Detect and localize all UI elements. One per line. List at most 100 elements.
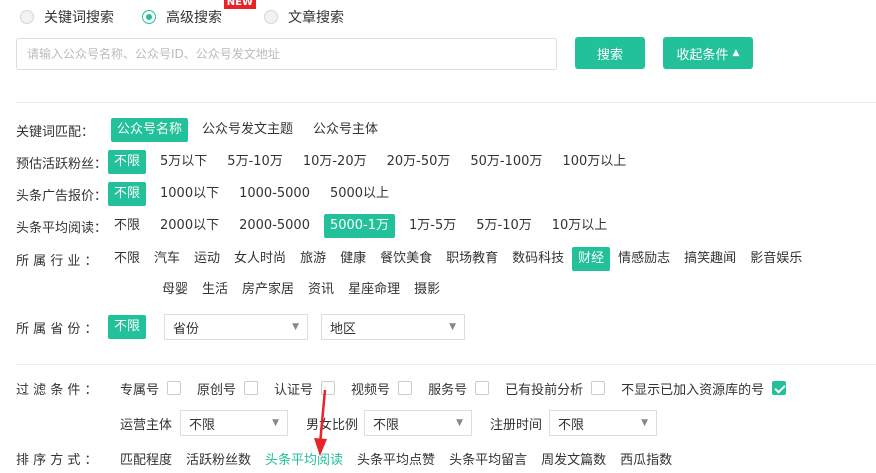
reg-time-select[interactable]: 不限 ▼ xyxy=(549,410,657,436)
reg-time-select-value: 不限 xyxy=(558,417,585,433)
fans-option[interactable]: 100万以上 xyxy=(556,150,632,174)
industry-option[interactable]: 职场教育 xyxy=(440,247,504,271)
sort-label: 排 序 方 式 ： xyxy=(16,452,98,468)
industry-option[interactable]: 旅游 xyxy=(294,247,332,271)
fans-option[interactable]: 不限 xyxy=(108,150,147,174)
industry-option[interactable]: 财经 xyxy=(572,247,611,271)
industry-option[interactable]: 母婴 xyxy=(156,278,194,302)
sort-option[interactable]: 周发文篇数 xyxy=(541,449,606,468)
keyword-match-label: 关键词匹配： xyxy=(16,124,95,140)
filter-conditions-row: 过 滤 条 件 ： 专属号 原创号 认证号 视频号 服务号 已有投前分析 不显示… xyxy=(16,376,787,400)
filter-checkbox[interactable] xyxy=(475,381,490,395)
search-button-label: 搜索 xyxy=(596,47,623,63)
avg-read-option[interactable]: 不限 xyxy=(108,214,146,238)
industry-option[interactable]: 生活 xyxy=(196,278,234,302)
filter-checkbox[interactable] xyxy=(591,381,606,395)
industry-option[interactable]: 健康 xyxy=(334,247,372,271)
industry-option[interactable]: 不限 xyxy=(108,247,146,271)
filter-check-label: 原创号 xyxy=(197,382,237,398)
caret-down-icon: ▼ xyxy=(272,418,279,428)
ad-price-option[interactable]: 1000以下 xyxy=(154,182,225,206)
sort-option[interactable]: 西瓜指数 xyxy=(620,449,672,468)
industry-option[interactable]: 搞笑趣闻 xyxy=(678,247,742,271)
fans-option[interactable]: 50万-100万 xyxy=(464,150,548,174)
sort-option[interactable]: 匹配程度 xyxy=(120,449,172,468)
avg-read-option[interactable]: 10万以上 xyxy=(546,214,614,238)
avg-read-option[interactable]: 1万-5万 xyxy=(403,214,462,238)
province-select[interactable]: 省份 ▼ xyxy=(164,314,308,340)
caret-down-icon: ▼ xyxy=(292,322,299,332)
radio-advanced-label: 高级搜索 xyxy=(166,10,222,26)
filter-checkbox-checked[interactable] xyxy=(772,381,787,395)
caret-down-icon: ▼ xyxy=(449,322,456,332)
industry-option[interactable]: 运动 xyxy=(188,247,226,271)
industry-option[interactable]: 星座命理 xyxy=(342,278,406,302)
industry-option[interactable]: 情感励志 xyxy=(612,247,676,271)
keyword-match-option[interactable]: 公众号发文主题 xyxy=(196,118,299,142)
filter-check-label: 认证号 xyxy=(274,382,314,398)
radio-article-indicator[interactable] xyxy=(264,10,278,24)
industry-option[interactable]: 汽车 xyxy=(148,247,186,271)
sort-option[interactable]: 活跃粉丝数 xyxy=(186,449,251,468)
fans-option[interactable]: 10万-20万 xyxy=(297,150,373,174)
radio-keyword-label: 关键词搜索 xyxy=(44,10,114,26)
fans-option[interactable]: 20万-50万 xyxy=(381,150,457,174)
gender-select[interactable]: 不限 ▼ xyxy=(364,410,472,436)
search-button[interactable]: 搜索 xyxy=(575,37,645,69)
industry-option[interactable]: 房产家居 xyxy=(236,278,300,302)
avg-read-option[interactable]: 2000-5000 xyxy=(233,214,316,238)
ad-price-option[interactable]: 不限 xyxy=(108,182,147,206)
industry-option[interactable]: 资讯 xyxy=(302,278,340,302)
industry-option[interactable]: 影音娱乐 xyxy=(744,247,808,271)
radio-advanced-indicator[interactable] xyxy=(142,10,156,24)
fans-row: 预估活跃粉丝： 不限 5万以下 5万-10万 10万-20万 20万-50万 5… xyxy=(16,150,640,174)
divider xyxy=(16,102,876,103)
radio-advanced-search[interactable]: 高级搜索 NEW xyxy=(142,0,256,27)
industry-option[interactable]: 女人时尚 xyxy=(228,247,292,271)
operator-label: 运营主体 xyxy=(120,417,173,433)
avg-read-row: 头条平均阅读： 不限 2000以下 2000-5000 5000-1万 1万-5… xyxy=(16,214,621,238)
region-select[interactable]: 地区 ▼ xyxy=(321,314,465,340)
avg-read-option[interactable]: 5万-10万 xyxy=(470,214,538,238)
ad-price-option[interactable]: 1000-5000 xyxy=(233,182,316,206)
fans-option[interactable]: 5万-10万 xyxy=(221,150,289,174)
filter-check-label: 已有投前分析 xyxy=(505,382,584,398)
province-select-value: 省份 xyxy=(173,321,200,337)
filter-check-label: 不显示已加入资源库的号 xyxy=(621,382,765,398)
collapse-conditions-button[interactable]: 收起条件 ▲ xyxy=(663,37,753,69)
industry-label: 所 属 行 业 ： xyxy=(16,253,98,269)
industry-option[interactable]: 餐饮美食 xyxy=(374,247,438,271)
search-input[interactable] xyxy=(16,38,557,70)
radio-article-search[interactable]: 文章搜索 xyxy=(264,7,344,27)
operator-select-value: 不限 xyxy=(189,417,216,433)
industry-option[interactable]: 数码科技 xyxy=(506,247,570,271)
sort-row: 排 序 方 式 ： 匹配程度 活跃粉丝数 头条平均阅读 头条平均点赞 头条平均留… xyxy=(16,446,686,470)
reg-time-row: 注册时间 xyxy=(490,411,542,435)
avg-read-option[interactable]: 5000-1万 xyxy=(323,214,396,238)
radio-keyword-indicator[interactable] xyxy=(20,10,34,24)
sort-option[interactable]: 头条平均点赞 xyxy=(357,449,435,468)
radio-keyword-search[interactable]: 关键词搜索 xyxy=(20,7,114,27)
gender-select-value: 不限 xyxy=(373,417,400,433)
filter-checkbox[interactable] xyxy=(244,381,259,395)
fans-option[interactable]: 5万以下 xyxy=(154,150,213,174)
filter-checkbox[interactable] xyxy=(398,381,413,395)
search-type-group: 关键词搜索 高级搜索 NEW 文章搜索 xyxy=(20,0,372,28)
ad-price-option[interactable]: 5000以上 xyxy=(324,182,395,206)
keyword-match-option[interactable]: 公众号主体 xyxy=(307,118,384,142)
province-row: 所 属 省 份 ： 不限 xyxy=(16,315,154,339)
province-any-option[interactable]: 不限 xyxy=(108,315,147,339)
sort-option[interactable]: 头条平均留言 xyxy=(449,449,527,468)
industry-option[interactable]: 摄影 xyxy=(408,278,446,302)
caret-down-icon: ▼ xyxy=(456,418,463,428)
industry-row: 所 属 行 业 ： 不限 汽车 运动 女人时尚 旅游 健康 餐饮美食 职场教育 … xyxy=(16,247,808,271)
keyword-match-row: 关键词匹配： 公众号名称 公众号发文主题 公众号主体 xyxy=(16,118,392,142)
keyword-match-option[interactable]: 公众号名称 xyxy=(111,118,189,142)
operator-select[interactable]: 不限 ▼ xyxy=(180,410,288,436)
radio-article-label: 文章搜索 xyxy=(288,10,344,26)
filter-checkbox[interactable] xyxy=(167,381,182,395)
province-label: 所 属 省 份 ： xyxy=(16,321,98,337)
annotation-arrow-icon xyxy=(314,389,327,456)
avg-read-option[interactable]: 2000以下 xyxy=(154,214,225,238)
triangle-up-icon: ▲ xyxy=(732,48,740,58)
